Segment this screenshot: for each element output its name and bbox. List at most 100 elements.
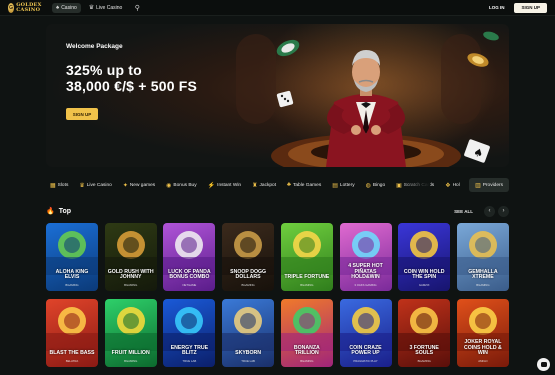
game-tile[interactable]: COIN CRAZE POWER UP PRAGMATIC PLAY	[339, 299, 392, 367]
game-provider: BGAMING	[124, 359, 138, 363]
game-provider: PRAGMATIC PLAY	[353, 359, 378, 363]
ticket-icon: ▤	[332, 182, 338, 189]
slots-icon: ▦	[50, 182, 56, 189]
category-label: Instant Win	[217, 182, 242, 188]
category-slots[interactable]: ▦ Slots	[46, 178, 72, 192]
game-title: ENERGY TRUE BLITZ	[170, 344, 209, 357]
game-title: FRUIT MILLION	[111, 350, 150, 357]
signup-button[interactable]: SIGN UP	[514, 2, 547, 13]
tab-live-casino[interactable]: ♛ Live Casino	[85, 3, 127, 13]
chat-bubble-icon	[540, 362, 547, 367]
category-live-casino[interactable]: ♛ Live Casino	[75, 178, 115, 192]
logo-text: GOLDEX CASINO	[16, 1, 42, 13]
logo-icon: G	[8, 2, 15, 13]
game-tile[interactable]: SKYBORN TRUE LAB	[222, 299, 275, 367]
game-title: COIN CRAZE POWER UP	[349, 344, 382, 357]
category-bonus-buy[interactable]: ◉ Bonus Buy	[162, 178, 200, 192]
game-provider: GAMZIX	[418, 283, 430, 287]
tab-casino-label: Casino	[61, 4, 77, 11]
search-icon[interactable]: ⚲	[132, 3, 142, 13]
login-button[interactable]: LOG IN	[483, 3, 511, 13]
banner-title-line2: 38,000 €/$ + 500 FS	[66, 78, 198, 94]
game-provider: BELATRA	[65, 359, 79, 363]
site-logo[interactable]: G GOLDEX CASINO	[8, 1, 48, 13]
category-jackpot[interactable]: ♜ Jackpot	[248, 178, 280, 192]
game-tile[interactable]: LUCK OF PANDA BONUS COMBO NETGAME	[163, 223, 216, 291]
game-tile[interactable]: ENERGY TRUE BLITZ TRUE LAB	[163, 299, 216, 367]
bolt-icon: ⚡	[207, 182, 216, 189]
category-bingo[interactable]: ◍ Bingo	[362, 178, 390, 192]
table-icon: ♣	[287, 182, 291, 188]
game-title: SKYBORN	[235, 350, 262, 357]
game-tile[interactable]: JOKER ROYAL COINS HOLD & WIN AMIGO	[456, 299, 509, 367]
top-navigation-bar: G GOLDEX CASINO ♠ Casino ♛ Live Casino ⚲…	[0, 0, 555, 16]
category-bar: ▦ Slots ♛ Live Casino ✦ New games ◉ Bonus Buy ⚡ I…	[46, 178, 509, 192]
game-title: TRIPLE FORTUNE	[284, 274, 330, 281]
game-tile[interactable]: 4 SUPER HOT PIÑATAS HOLD&WIN 3 OAKS GAMIN…	[339, 223, 392, 291]
game-tile[interactable]: 3 FORTUNE SOULS BGAMING	[398, 299, 451, 367]
category-scroll-fade	[400, 178, 430, 192]
game-title: BLAST THE BASS	[49, 350, 95, 357]
game-artwork	[104, 231, 157, 275]
game-title: ALOHA KING ELVIS	[55, 268, 89, 281]
game-artwork	[280, 231, 333, 275]
game-artwork	[104, 307, 157, 351]
welcome-banner[interactable]: ♠ Welcome Package 325% up to 38,000 €/$ …	[46, 24, 509, 167]
game-artwork	[456, 231, 509, 275]
auth-actions: LOG IN SIGN UP	[483, 2, 547, 13]
providers-button[interactable]: ▥ Providers	[469, 178, 509, 192]
game-title: 4 SUPER HOT PIÑATAS HOLD&WIN	[348, 263, 383, 281]
game-artwork	[339, 307, 392, 351]
game-provider: BGAMING	[417, 359, 431, 363]
trophy-icon: ♜	[252, 182, 258, 189]
category-new-games[interactable]: ✦ New games	[119, 178, 159, 192]
game-artwork	[222, 307, 275, 351]
dealer-icon: ♛	[79, 182, 85, 189]
top-games-header: 🔥 Top SEE ALL ‹ ›	[46, 205, 509, 217]
game-tile[interactable]: TRIPLE FORTUNE BGAMING	[280, 223, 333, 291]
game-tile[interactable]: SNOOP DOGG DOLLARS BGAMING	[222, 223, 275, 291]
game-provider: BGAMING	[300, 283, 314, 287]
game-tile[interactable]: COIN WIN HOLD THE SPIN GAMZIX	[398, 223, 451, 291]
banner-title: 325% up to 38,000 €/$ + 500 FS	[66, 62, 197, 94]
fire-icon: 🔥	[46, 208, 55, 215]
game-provider: NETGAME	[182, 283, 197, 287]
game-provider: AMIGO	[478, 359, 488, 363]
game-provider: TRUE LAB	[241, 359, 255, 363]
new-icon: ✦	[122, 182, 128, 189]
game-tile[interactable]: BLAST THE BASS BELATRA	[46, 299, 98, 367]
category-label: Live Casino	[86, 182, 112, 188]
category-label: Lottery	[339, 182, 355, 188]
tab-casino[interactable]: ♠ Casino	[52, 2, 81, 13]
spade-icon: ♠	[56, 4, 60, 11]
game-title: JOKER ROYAL COINS HOLD & WIN	[464, 339, 502, 357]
game-tile[interactable]: GOLD RUSH WITH JOHNNY BGAMING	[104, 223, 157, 291]
category-instant-win[interactable]: ⚡ Instant Win	[204, 178, 245, 192]
providers-icon: ▥	[475, 182, 481, 189]
game-provider: BGAMING	[65, 283, 79, 287]
game-artwork	[280, 307, 333, 351]
category-lottery[interactable]: ▤ Lottery	[328, 178, 358, 192]
category-table-games[interactable]: ♣ Table Games	[283, 178, 325, 192]
game-artwork	[222, 231, 275, 275]
see-all-link[interactable]: SEE ALL	[454, 209, 473, 214]
category-hol[interactable]: ❖ Hol	[441, 178, 464, 192]
category-label: Jackpot	[259, 182, 277, 188]
tab-live-casino-label: Live Casino	[96, 4, 123, 11]
section-title-text: Top	[58, 207, 72, 215]
next-arrow-icon[interactable]: ›	[498, 205, 509, 217]
chat-support-button[interactable]	[537, 358, 550, 371]
game-tile[interactable]: ALOHA KING ELVIS BGAMING	[46, 223, 98, 291]
prev-arrow-icon[interactable]: ‹	[484, 205, 495, 217]
game-provider: TRUE LAB	[182, 359, 197, 363]
category-label: Bonus Buy	[173, 182, 197, 188]
game-artwork	[398, 231, 451, 275]
game-provider: BGAMING	[476, 283, 490, 287]
category-label: Slots	[57, 182, 69, 188]
game-tile[interactable]: FRUIT MILLION BGAMING	[104, 299, 157, 367]
banner-signup-button[interactable]: SIGN UP	[66, 108, 98, 120]
game-tile[interactable]: GEMHALLA XTREME BGAMING	[456, 223, 509, 291]
game-tile[interactable]: BONANZA TRILLION BGAMING	[280, 299, 333, 367]
dealer-icon: ♛	[88, 5, 95, 11]
game-title: COIN WIN HOLD THE SPIN	[403, 268, 445, 281]
